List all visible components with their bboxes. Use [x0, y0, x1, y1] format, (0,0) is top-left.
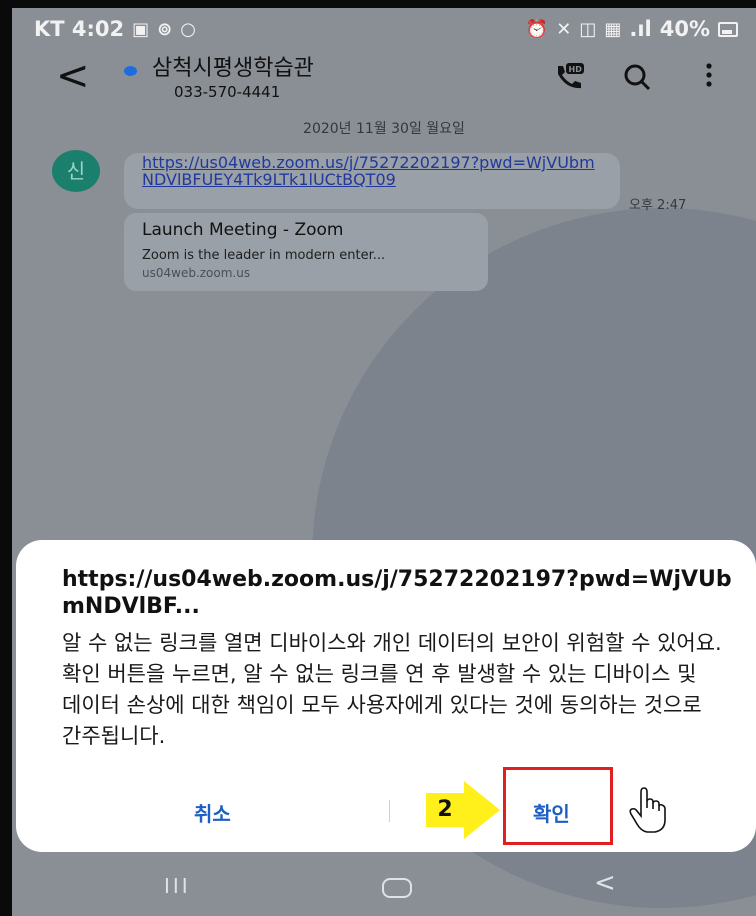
record-icon: ○ [180, 18, 196, 40]
mute-icon: ✕ [556, 18, 572, 40]
contact-phone: 033-570-4441 [174, 83, 281, 101]
pointer-hand-icon [629, 787, 666, 833]
system-navigation-bar: III < [12, 866, 756, 916]
link-preview-description: Zoom is the leader in modern enter... [142, 248, 386, 263]
message-link[interactable]: https://us04web.zoom.us/j/75272202197?pw… [142, 154, 602, 188]
dialog-message: 알 수 없는 링크를 열면 디바이스와 개인 데이터의 보안이 위험할 수 있어… [62, 631, 722, 748]
device-frame: KT 4:02 ▣ ⊚ ○ ⏰ ✕ ◫ ▦ .ıl 40% < 삼척시평생학습관… [0, 0, 756, 916]
arrow-right-icon [464, 781, 500, 839]
5g-icon: ▦ [604, 18, 622, 40]
chat-header: < 삼척시평생학습관 033-570-4441 HD [12, 48, 756, 118]
search-icon[interactable] [622, 62, 652, 92]
contact-name: 삼척시평생학습관 [152, 56, 314, 81]
hd-call-icon[interactable]: HD [552, 62, 586, 90]
home-button[interactable] [382, 878, 412, 898]
message-time: 오후 2:47 [629, 198, 687, 213]
sender-avatar[interactable]: 신 [52, 150, 100, 192]
date-separator: 2020년 11월 30일 월요일 [303, 121, 465, 137]
cancel-button[interactable]: 취소 [194, 798, 231, 827]
contact-status-dot [124, 66, 137, 76]
gallery-icon: ▣ [132, 18, 150, 40]
tutorial-step-number: 2 [426, 793, 464, 827]
signal-icon: .ıl [629, 17, 652, 41]
more-options-icon[interactable] [704, 60, 714, 90]
battery-text: 40% [659, 17, 710, 41]
link-preview-url: us04web.zoom.us [142, 266, 251, 280]
tutorial-highlight-box [503, 767, 613, 845]
svg-text:HD: HD [569, 65, 583, 74]
dialog-title: https://us04web.zoom.us/j/75272202197?pw… [62, 567, 732, 619]
carrier-time: KT 4:02 [34, 17, 125, 41]
back-button[interactable]: < [56, 56, 90, 96]
recent-apps-button[interactable]: III [164, 874, 191, 898]
hd-voice-icon: ◫ [579, 18, 597, 40]
button-divider [389, 800, 390, 822]
phone-screen: KT 4:02 ▣ ⊚ ○ ⏰ ✕ ◫ ▦ .ıl 40% < 삼척시평생학습관… [12, 8, 756, 916]
alarm-icon: ⏰ [525, 18, 549, 40]
status-bar: KT 4:02 ▣ ⊚ ○ ⏰ ✕ ◫ ▦ .ıl 40% [12, 8, 756, 52]
link-preview-title: Launch Meeting - Zoom [142, 220, 344, 240]
app-icon: ⊚ [157, 18, 173, 40]
nav-back-button[interactable]: < [594, 868, 616, 898]
battery-icon [718, 21, 738, 37]
